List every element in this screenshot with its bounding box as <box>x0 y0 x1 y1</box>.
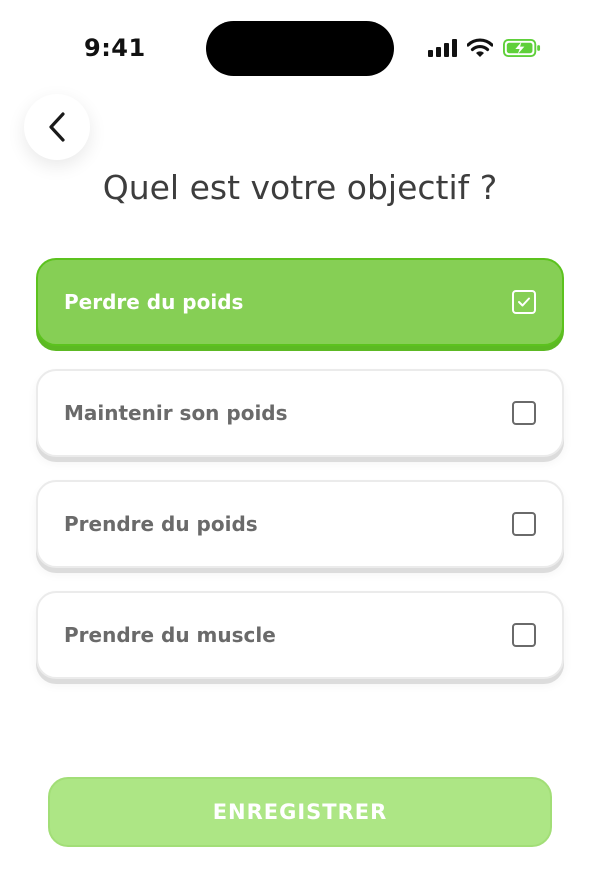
status-icons <box>428 36 541 60</box>
save-button-label: ENREGISTRER <box>212 800 388 824</box>
goal-options-list: Perdre du poids Maintenir son poids Pren… <box>36 258 564 702</box>
option-prendre-du-poids[interactable]: Prendre du poids <box>36 480 564 568</box>
wifi-icon <box>467 38 493 57</box>
save-button[interactable]: ENREGISTRER <box>48 777 552 847</box>
option-perdre-du-poids[interactable]: Perdre du poids <box>36 258 564 346</box>
option-prendre-du-muscle[interactable]: Prendre du muscle <box>36 591 564 679</box>
option-label: Prendre du muscle <box>64 623 276 647</box>
chevron-left-icon <box>49 112 65 142</box>
option-maintenir-son-poids[interactable]: Maintenir son poids <box>36 369 564 457</box>
option-label: Prendre du poids <box>64 512 258 536</box>
status-time: 9:41 <box>84 34 146 62</box>
checkbox-empty-icon[interactable] <box>512 401 536 425</box>
status-bar: 9:41 <box>0 0 600 96</box>
back-button[interactable] <box>24 94 90 160</box>
page-title: Quel est votre objectif ? <box>102 168 498 207</box>
checkbox-empty-icon[interactable] <box>512 623 536 647</box>
checkbox-empty-icon[interactable] <box>512 512 536 536</box>
goal-selection-screen: 9:41 Quel est votre objectif ? Perdre du… <box>0 0 600 876</box>
option-label: Maintenir son poids <box>64 401 288 425</box>
battery-charging-icon <box>503 38 541 58</box>
option-label: Perdre du poids <box>64 290 244 314</box>
checkbox-checked-icon[interactable] <box>512 290 536 314</box>
signal-icon <box>428 39 457 57</box>
dynamic-island <box>206 21 394 76</box>
